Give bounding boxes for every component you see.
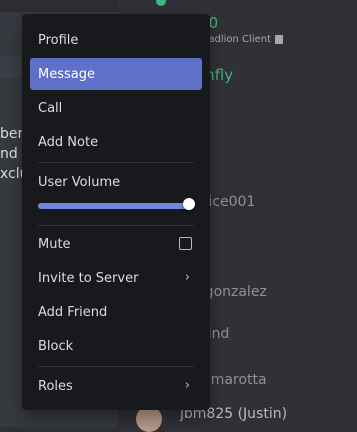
mute-checkbox[interactable] bbox=[179, 237, 192, 250]
user-volume-label: User Volume bbox=[38, 175, 121, 190]
chevron-right-icon: › bbox=[184, 378, 190, 393]
status-dot bbox=[154, 0, 168, 8]
menu-item-label: Profile bbox=[38, 33, 79, 48]
menu-item-label: Block bbox=[38, 339, 74, 354]
user-context-menu: Profile Message Call Add Note User Volum… bbox=[22, 14, 210, 410]
menu-item-roles[interactable]: Roles › bbox=[30, 370, 202, 402]
menu-separator bbox=[38, 366, 194, 367]
menu-item-call[interactable]: Call bbox=[30, 92, 202, 124]
user-volume-slider-handle[interactable] bbox=[183, 198, 195, 210]
menu-item-add-friend[interactable]: Add Friend bbox=[30, 296, 202, 328]
menu-item-label: Call bbox=[38, 101, 63, 116]
menu-item-block[interactable]: Block bbox=[30, 330, 202, 362]
menu-item-label: Roles bbox=[38, 379, 73, 394]
menu-item-invite-to-server[interactable]: Invite to Server › bbox=[30, 262, 202, 294]
menu-separator bbox=[38, 162, 194, 163]
document-icon bbox=[275, 34, 284, 44]
menu-item-message[interactable]: Message bbox=[30, 58, 202, 90]
menu-item-label: Mute bbox=[38, 237, 71, 252]
menu-item-label: Message bbox=[38, 67, 95, 82]
menu-item-profile[interactable]: Profile bbox=[30, 24, 202, 56]
user-volume-slider[interactable] bbox=[38, 203, 188, 209]
menu-item-label: Add Note bbox=[38, 135, 99, 150]
menu-separator bbox=[38, 225, 194, 226]
menu-item-add-note[interactable]: Add Note bbox=[30, 126, 202, 158]
menu-item-label: Invite to Server bbox=[38, 271, 139, 286]
menu-item-label: Add Friend bbox=[38, 305, 108, 320]
chat-topbar bbox=[0, 0, 118, 12]
menu-item-mute[interactable]: Mute bbox=[30, 228, 202, 260]
chevron-right-icon: › bbox=[184, 270, 190, 285]
